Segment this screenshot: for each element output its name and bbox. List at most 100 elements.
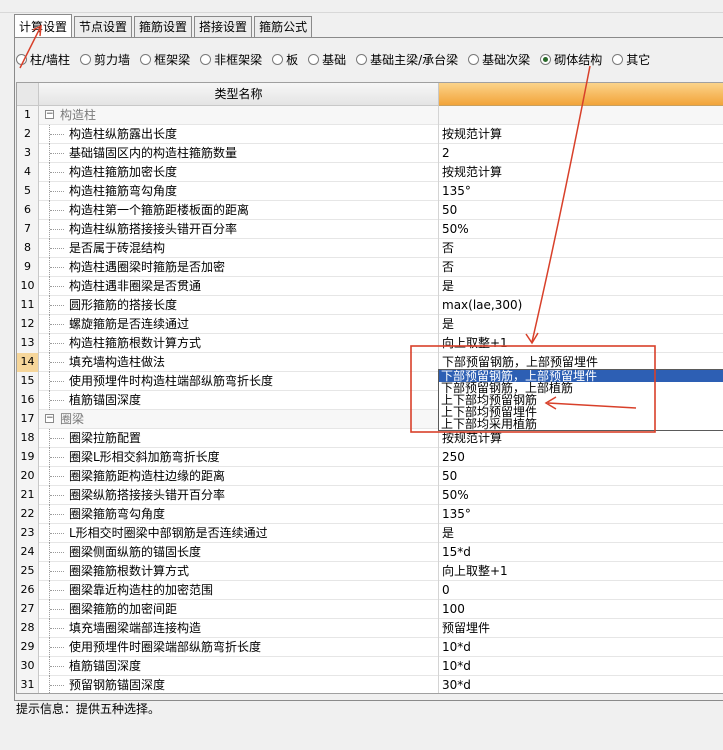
tree-connector [50, 172, 64, 173]
tree-connector [50, 609, 64, 610]
row-value-cell[interactable]: 否 [442, 258, 723, 277]
radio-option-8[interactable]: 基础次梁 [468, 51, 530, 68]
radio-circle-icon[interactable] [468, 53, 480, 65]
radio-circle-icon[interactable] [272, 53, 284, 65]
table-row[interactable]: 13 构造柱箍筋根数计算方式 向上取整+1 [17, 334, 723, 353]
row-number: 26 [17, 581, 39, 600]
table-row[interactable]: 24 圈梁侧面纵筋的锚固长度 15*d [17, 543, 723, 562]
row-value-cell[interactable]: 15*d [442, 543, 723, 562]
row-value-cell[interactable]: 按规范计算 [442, 125, 723, 144]
setting-label: 使用预埋件时圈梁端部纵筋弯折长度 [69, 640, 262, 654]
table-row[interactable]: 9 构造柱遇圈梁时箍筋是否加密 否 [17, 258, 723, 277]
table-row[interactable]: 10 构造柱遇非圈梁是否贯通 是 [17, 277, 723, 296]
row-value-cell[interactable]: 是 [442, 524, 723, 543]
table-row[interactable]: 21 圈梁纵筋搭接接头错开百分率 50% [17, 486, 723, 505]
row-number: 5 [17, 182, 39, 201]
table-row[interactable]: 29 使用预埋件时圈梁端部纵筋弯折长度 10*d [17, 638, 723, 657]
tab-2[interactable]: 节点设置 [74, 16, 133, 37]
row-value-cell[interactable]: 向上取整+1 [442, 334, 723, 353]
radio-circle-icon[interactable] [16, 53, 27, 65]
table-row[interactable]: 5 构造柱箍筋弯勾角度 135° [17, 182, 723, 201]
radio-circle-icon[interactable] [356, 53, 368, 65]
row-name-cell: 圈梁纵筋搭接接头错开百分率 [39, 486, 439, 505]
table-row[interactable]: 11 圆形箍筋的搭接长度 max(lae,300) [17, 296, 723, 315]
table-row[interactable]: 22 圈梁箍筋弯勾角度 135° [17, 505, 723, 524]
row-value-cell[interactable] [442, 106, 723, 125]
row-value-cell[interactable]: 250 [442, 448, 723, 467]
row-value-cell[interactable]: 50 [442, 201, 723, 220]
row-value-cell[interactable]: 50% [442, 220, 723, 239]
row-value-cell[interactable]: 50 [442, 467, 723, 486]
tab-3[interactable]: 箍筋设置 [134, 16, 193, 37]
table-row[interactable]: 8 是否属于砖混结构 否 [17, 239, 723, 258]
row-value-cell[interactable]: max(lae,300) [442, 296, 723, 315]
table-row[interactable]: 20 圈梁箍筋距构造柱边缘的距离 50 [17, 467, 723, 486]
radio-circle-icon[interactable] [612, 53, 624, 65]
radio-option-7[interactable]: 基础主梁/承台梁 [356, 51, 458, 68]
row-number: 16 [17, 391, 39, 410]
table-row[interactable]: 7 构造柱纵筋搭接接头错开百分率 50% [17, 220, 723, 239]
row-value-cell[interactable]: 否 [442, 239, 723, 258]
row-value-cell[interactable]: 0 [442, 581, 723, 600]
dropdown-option[interactable]: 上下部均采用植筋 [439, 418, 723, 430]
table-row[interactable]: 19 圈梁L形相交斜加筋弯折长度 250 [17, 448, 723, 467]
row-value-cell[interactable]: 50% [442, 486, 723, 505]
row-value-cell[interactable]: 预留埋件 [442, 619, 723, 638]
setting-label: 预留钢筋锚固深度 [69, 678, 166, 692]
table-row[interactable]: 23 L形相交时圈梁中部钢筋是否连续通过 是 [17, 524, 723, 543]
table-row[interactable]: 18 圈梁拉筋配置 按规范计算 [17, 429, 723, 448]
row-number: 27 [17, 600, 39, 619]
tab-1[interactable]: 计算设置 [14, 14, 73, 37]
tree-connector [50, 286, 64, 287]
radio-circle-icon[interactable] [140, 53, 152, 65]
radio-circle-icon[interactable] [540, 53, 552, 65]
table-row[interactable]: 12 螺旋箍筋是否连续通过 是 [17, 315, 723, 334]
row-value-cell[interactable]: 135° [442, 505, 723, 524]
row-value-cell[interactable]: 2 [442, 144, 723, 163]
table-row[interactable]: 2 构造柱纵筋露出长度 按规范计算 [17, 125, 723, 144]
table-row[interactable]: 3 基础锚固区内的构造柱箍筋数量 2 [17, 144, 723, 163]
table-row[interactable]: 1− 构造柱 [17, 106, 723, 125]
setting-label: L形相交时圈梁中部钢筋是否连续通过 [69, 526, 268, 540]
row-value-cell[interactable]: 30*d [442, 676, 723, 693]
table-row[interactable]: 26 圈梁靠近构造柱的加密范围 0 [17, 581, 723, 600]
radio-label: 剪力墙 [94, 52, 131, 67]
radio-option-9[interactable]: 砌体结构 [540, 51, 602, 68]
radio-option-4[interactable]: 非框架梁 [200, 51, 262, 68]
row-number: 9 [17, 258, 39, 277]
table-row[interactable]: 6 构造柱第一个箍筋距楼板面的距离 50 [17, 201, 723, 220]
row-value-cell[interactable]: 按规范计算 [442, 429, 723, 448]
tab-4[interactable]: 搭接设置 [194, 16, 253, 37]
row-value-cell[interactable]: 10*d [442, 657, 723, 676]
radio-circle-icon[interactable] [308, 53, 320, 65]
collapse-toggle-icon[interactable]: − [45, 110, 54, 119]
row-value-cell[interactable]: 100 [442, 600, 723, 619]
table-row[interactable]: 31 预留钢筋锚固深度 30*d [17, 676, 723, 693]
row-number: 17 [17, 410, 39, 429]
table-row[interactable]: 27 圈梁箍筋的加密间距 100 [17, 600, 723, 619]
radio-option-5[interactable]: 板 [272, 51, 298, 68]
row-value-cell[interactable]: 135° [442, 182, 723, 201]
row-value-cell[interactable]: 是 [442, 315, 723, 334]
radio-option-10[interactable]: 其它 [612, 51, 650, 68]
table-row[interactable]: 28 填充墙圈梁端部连接构造 预留埋件 [17, 619, 723, 638]
tab-5[interactable]: 箍筋公式 [254, 16, 313, 37]
radio-option-6[interactable]: 基础 [308, 51, 346, 68]
value-dropdown-list[interactable]: 下部预留钢筋，上部预留埋件 下部预留钢筋，上部植筋 上下部均预留钢筋 上下部均预留埋件… [438, 369, 723, 431]
radio-option-2[interactable]: 剪力墙 [80, 51, 130, 68]
row-value-cell[interactable]: 按规范计算 [442, 163, 723, 182]
table-row[interactable]: 25 圈梁箍筋根数计算方式 向上取整+1 [17, 562, 723, 581]
row-number: 22 [17, 505, 39, 524]
tree-connector [50, 571, 64, 572]
row-value-cell[interactable]: 向上取整+1 [442, 562, 723, 581]
radio-option-3[interactable]: 框架梁 [140, 51, 190, 68]
table-row[interactable]: 30 植筋锚固深度 10*d [17, 657, 723, 676]
radio-option-1[interactable]: 柱/墙柱 [16, 51, 70, 68]
row-number: 25 [17, 562, 39, 581]
collapse-toggle-icon[interactable]: − [45, 414, 54, 423]
table-row[interactable]: 4 构造柱箍筋加密长度 按规范计算 [17, 163, 723, 182]
row-value-cell[interactable]: 是 [442, 277, 723, 296]
radio-circle-icon[interactable] [80, 53, 92, 65]
radio-circle-icon[interactable] [200, 53, 212, 65]
row-value-cell[interactable]: 10*d [442, 638, 723, 657]
